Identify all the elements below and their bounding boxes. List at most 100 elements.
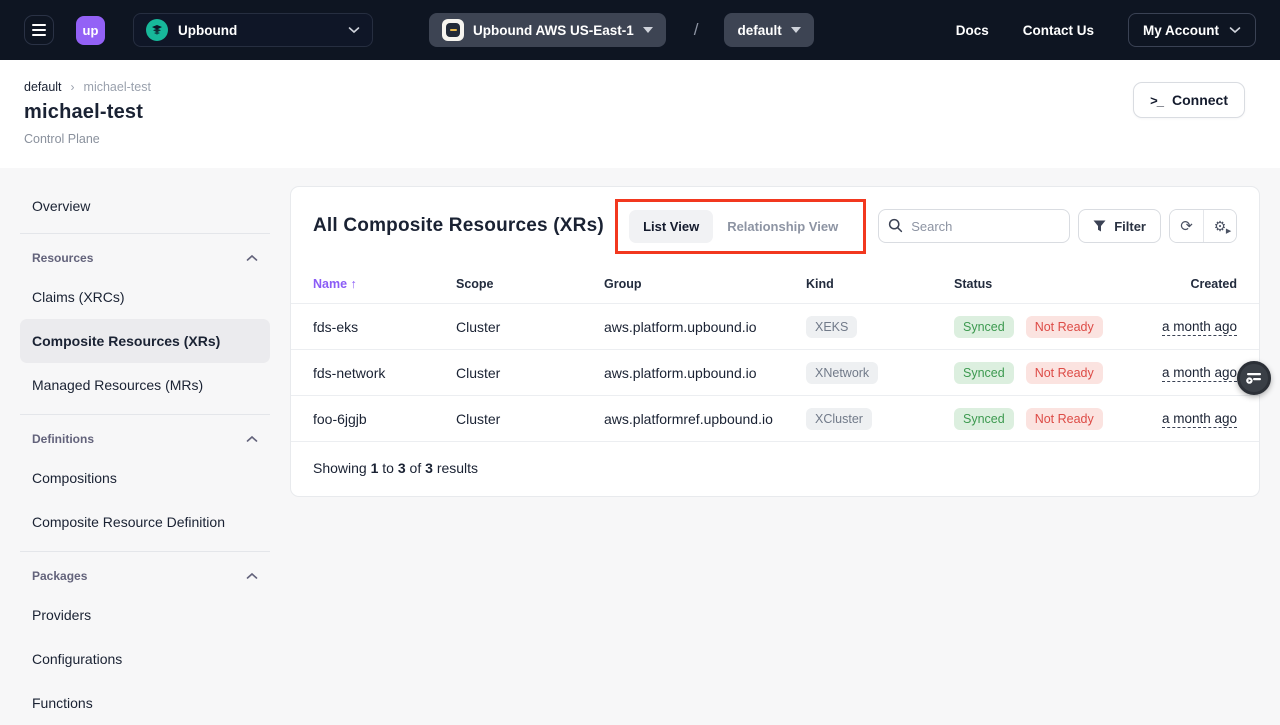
sidebar-item-configurations[interactable]: Configurations [20,637,270,681]
changelog-icon [1246,371,1262,385]
section-label: Resources [32,251,93,265]
page-header: default › michael-test michael-test Cont… [0,60,1280,168]
table-header-row: Name ↑ Scope Group Kind Status Created [291,265,1259,303]
refresh-button[interactable]: ⟳ [1170,210,1203,242]
relationship-view-tab[interactable]: Relationship View [713,210,852,243]
my-account-button[interactable]: My Account [1128,13,1256,47]
list-view-tab[interactable]: List View [629,210,713,243]
path-separator: / [694,20,699,40]
column-header-name[interactable]: Name ↑ [313,277,456,291]
section-label: Definitions [32,432,94,446]
sidebar-section-definitions[interactable]: Definitions [20,422,270,456]
organization-selector[interactable]: Upbound [133,13,373,47]
sort-ascending-icon: ↑ [351,277,357,291]
breadcrumb: default › michael-test [24,80,1256,94]
upbound-logo[interactable]: up [76,16,105,45]
column-header-kind[interactable]: Kind [806,277,954,291]
page-subtitle: Control Plane [24,132,1256,146]
panel-header: All Composite Resources (XRs) List View … [291,187,1259,265]
chevron-down-icon [1229,26,1241,34]
navbar-right-group: Docs Contact Us My Account [956,13,1256,47]
column-header-group[interactable]: Group [604,277,806,291]
breadcrumb-root-link[interactable]: default [24,80,62,94]
annotation-highlight-rectangle: List View Relationship View [615,199,866,254]
sidebar-item-claims[interactable]: Claims (XRCs) [20,275,270,319]
status-badge-not-ready: Not Ready [1026,316,1103,338]
cell-group: aws.platform.upbound.io [604,365,806,381]
breadcrumb-current: michael-test [84,80,151,94]
cell-group: aws.platform.upbound.io [604,319,806,335]
status-badge-not-ready: Not Ready [1026,408,1103,430]
column-header-status[interactable]: Status [954,277,1160,291]
funnel-icon [1093,220,1106,232]
chevron-up-icon [246,572,258,580]
filter-button-label: Filter [1114,219,1146,234]
chevron-down-icon [791,27,801,33]
kind-badge: XNetwork [806,362,878,384]
status-badge-not-ready: Not Ready [1026,362,1103,384]
connect-button[interactable]: >_ Connect [1133,82,1245,118]
sidebar-section-resources[interactable]: Resources [20,241,270,275]
control-plane-selector[interactable]: Upbound AWS US-East-1 [429,13,666,47]
table-row[interactable]: fds-eks Cluster aws.platform.upbound.io … [291,303,1259,349]
results-to: 3 [398,460,406,476]
created-timestamp[interactable]: a month ago [1162,365,1237,382]
kind-badge: XEKS [806,316,857,338]
search-field-wrap [878,209,1070,243]
group-selector[interactable]: default [724,13,813,47]
sidebar-nav: Overview Resources Claims (XRCs) Composi… [20,186,270,725]
notifications-widget-button[interactable] [1237,361,1271,395]
sidebar-item-overview[interactable]: Overview [20,186,270,226]
sidebar-item-functions[interactable]: Functions [20,681,270,725]
sidebar-item-compositions[interactable]: Compositions [20,456,270,500]
top-navbar: up Upbound Upbound AWS US-East-1 / defau… [0,0,1280,60]
gear-play-icon: ⚙▶ [1214,219,1227,233]
kind-badge: XCluster [806,408,872,430]
chevron-down-icon [348,26,360,34]
search-input[interactable] [878,209,1070,243]
composite-resources-panel: All Composite Resources (XRs) List View … [290,186,1260,497]
sidebar-item-providers[interactable]: Providers [20,593,270,637]
table-row[interactable]: foo-6jgjb Cluster aws.platformref.upboun… [291,395,1259,441]
sidebar-item-composite-resource-definition[interactable]: Composite Resource Definition [20,500,270,544]
filter-button[interactable]: Filter [1078,209,1161,243]
my-account-label: My Account [1143,23,1219,38]
docs-link[interactable]: Docs [956,23,989,38]
hamburger-menu-button[interactable] [24,15,54,45]
sidebar-divider [20,233,270,234]
terminal-icon: >_ [1150,93,1163,108]
sidebar-divider [20,551,270,552]
results-summary: Showing 1 to 3 of 3 results [291,441,1259,496]
sidebar-item-managed-resources[interactable]: Managed Resources (MRs) [20,363,270,407]
chevron-down-icon [643,27,653,33]
contact-us-link[interactable]: Contact Us [1023,23,1094,38]
control-plane-icon [442,19,464,41]
cell-name[interactable]: fds-network [313,365,456,381]
cell-name[interactable]: foo-6jgjb [313,411,456,427]
results-total: 3 [425,460,433,476]
organization-name: Upbound [178,23,338,38]
cell-name[interactable]: fds-eks [313,319,456,335]
section-label: Packages [32,569,87,583]
column-header-created[interactable]: Created [1160,277,1237,291]
cell-group: aws.platformref.upbound.io [604,411,806,427]
table-row[interactable]: fds-network Cluster aws.platform.upbound… [291,349,1259,395]
connect-button-label: Connect [1172,92,1228,108]
view-toggle: List View Relationship View [629,210,852,243]
table-action-group: ⟳ ⚙▶ [1169,209,1237,243]
sidebar-item-composite-resources[interactable]: Composite Resources (XRs) [20,319,270,363]
status-badge-synced: Synced [954,408,1014,430]
sidebar-section-packages[interactable]: Packages [20,559,270,593]
organization-avatar-icon [146,19,168,41]
status-badge-synced: Synced [954,316,1014,338]
sidebar-divider [20,414,270,415]
results-from: 1 [371,460,379,476]
cell-scope: Cluster [456,365,604,381]
created-timestamp[interactable]: a month ago [1162,411,1237,428]
created-timestamp[interactable]: a month ago [1162,319,1237,336]
refresh-icon: ⟳ [1180,219,1193,234]
navbar-left-group: up Upbound Upbound AWS US-East-1 / defau… [24,13,814,47]
group-name: default [737,23,781,38]
column-header-scope[interactable]: Scope [456,277,604,291]
auto-refresh-settings-button[interactable]: ⚙▶ [1203,210,1236,242]
